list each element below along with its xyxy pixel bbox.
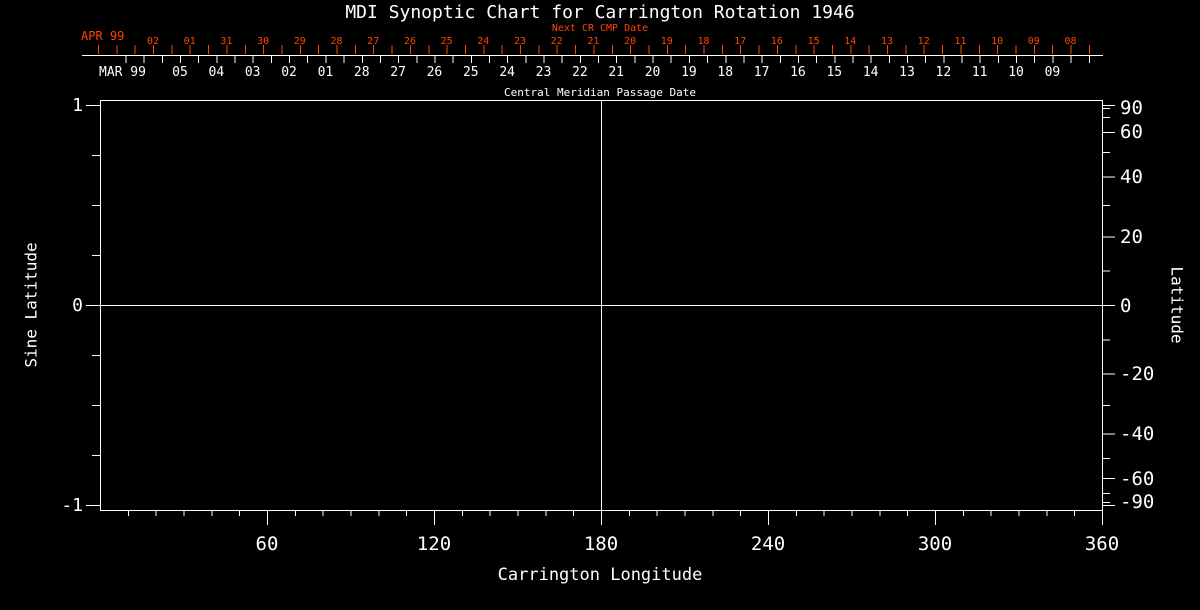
- cmp-day-label: 18: [717, 65, 733, 80]
- cmp-day-label: 26: [427, 65, 443, 80]
- left-axis-tick-label: 1: [72, 95, 83, 116]
- cmp-day-label: 27: [390, 65, 406, 80]
- right-axis-tick-label: 0: [1120, 295, 1131, 317]
- cmp-day-label: 20: [645, 65, 661, 80]
- right-axis-tick-label: 60: [1120, 121, 1143, 143]
- cmp-day-label: 04: [209, 65, 225, 80]
- left-axis-tick-label: -1: [61, 495, 83, 516]
- right-axis-tick-label: -60: [1120, 468, 1154, 490]
- synoptic-chart: MDI Synoptic Chart for Carrington Rotati…: [0, 0, 1200, 610]
- right-axis-tick-label: -90: [1120, 491, 1154, 513]
- cmp-day-label: 12: [936, 65, 952, 80]
- right-axis-tick-label: 40: [1120, 166, 1143, 188]
- right-axis-tick-label: -40: [1120, 423, 1154, 445]
- cmp-day-label: 23: [536, 65, 552, 80]
- cmp-day-label: 03: [245, 65, 261, 80]
- x-axis-tick-label: 360: [1085, 533, 1119, 555]
- x-axis-tick-label: 120: [417, 533, 451, 555]
- cmp-day-label: 10: [1008, 65, 1024, 80]
- cmp-day-label: 13: [899, 65, 915, 80]
- cmp-day-label: 15: [826, 65, 842, 80]
- x-axis-tick-label: 300: [918, 533, 952, 555]
- right-axis-tick-label: 90: [1120, 97, 1143, 119]
- cmp-day-label: 11: [972, 65, 988, 80]
- cmp-day-label: 09: [1045, 65, 1061, 80]
- cmp-day-label: 28: [354, 65, 370, 80]
- cmp-day-label: 17: [754, 65, 770, 80]
- cmp-day-label: 24: [499, 65, 515, 80]
- cmp-day-label: 14: [863, 65, 879, 80]
- cmp-day-label: 16: [790, 65, 806, 80]
- cmp-day-label: 25: [463, 65, 479, 80]
- x-axis-tick-label: 240: [751, 533, 785, 555]
- x-axis-tick-label: 180: [584, 533, 618, 555]
- right-axis-tick-label: -20: [1120, 363, 1154, 385]
- left-axis-tick-label: 0: [72, 295, 83, 316]
- plot-area-svg: 6012018024030036010-1906040200-20-40-60-…: [0, 0, 1200, 610]
- right-axis-tick-label: 20: [1120, 226, 1143, 248]
- cmp-day-label: 05: [172, 65, 188, 80]
- x-axis-tick-label: 60: [256, 533, 279, 555]
- cmp-day-label: 21: [608, 65, 624, 80]
- cmp-day-label: 02: [281, 65, 297, 80]
- cmp-day-label: 19: [681, 65, 697, 80]
- cmp-day-label: 22: [572, 65, 588, 80]
- cmp-day-label: 01: [318, 65, 334, 80]
